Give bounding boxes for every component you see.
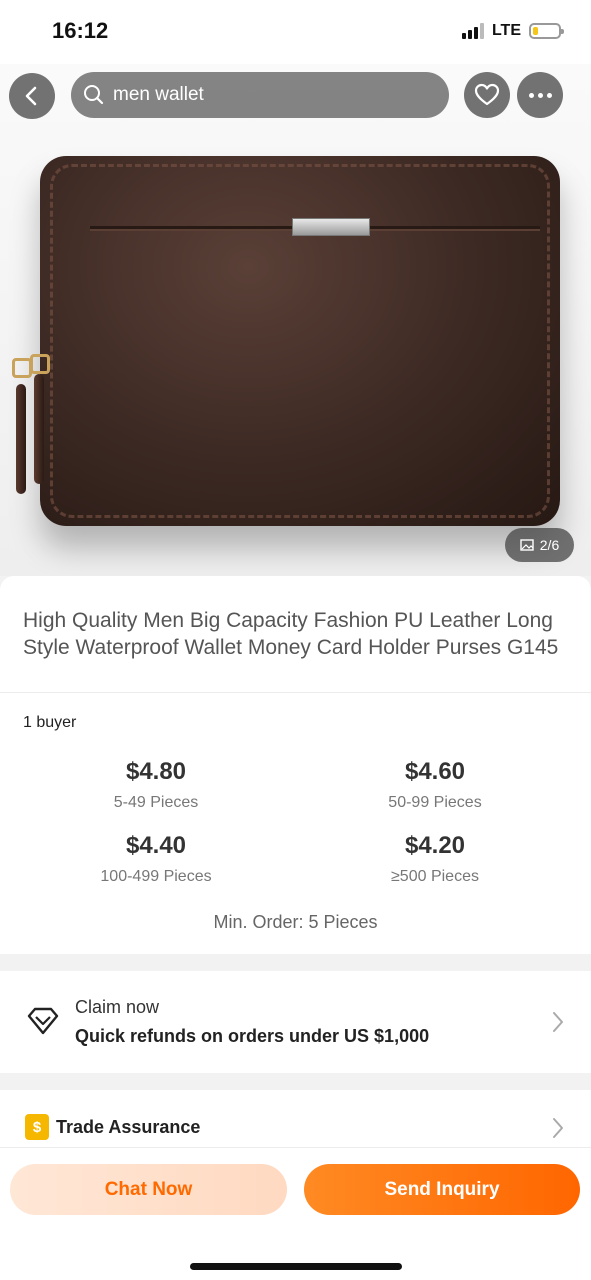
divider — [0, 692, 591, 693]
chevron-right-icon — [553, 1012, 563, 1032]
refund-claim-row[interactable]: Claim now Quick refunds on orders under … — [0, 971, 591, 1073]
price-tier: $4.20 ≥500 Pieces — [315, 832, 555, 886]
tier-price: $4.80 — [125, 758, 187, 785]
more-dots-icon — [528, 92, 552, 98]
tier-price: $4.40 — [125, 832, 187, 859]
trade-assurance-row[interactable]: $ Trade Assurance — [0, 1090, 591, 1150]
tier-quantity: ≥500 Pieces — [391, 868, 479, 885]
search-query: men wallet — [113, 84, 204, 105]
buyer-count: 1 buyer — [23, 714, 77, 731]
tier-price: $4.20 — [404, 832, 466, 859]
status-indicators: LTE — [461, 22, 564, 40]
product-image[interactable] — [0, 64, 591, 576]
heart-icon — [474, 83, 500, 106]
send-inquiry-button[interactable]: Send Inquiry — [304, 1164, 580, 1215]
search-bar[interactable]: men wallet — [71, 72, 449, 118]
tier-quantity: 100-499 Pieces — [100, 868, 212, 885]
product-title: High Quality Men Big Capacity Fashion PU… — [23, 609, 559, 659]
tier-quantity: 5-49 Pieces — [113, 794, 199, 811]
image-icon — [520, 539, 534, 551]
battery-icon — [529, 23, 564, 39]
chevron-left-icon — [25, 86, 37, 106]
image-counter-text: 2/6 — [539, 537, 560, 553]
min-order: Min. Order: 5 Pieces — [213, 912, 378, 932]
status-time: 16:12 — [52, 18, 109, 43]
price-tier: $4.60 50-99 Pieces — [315, 758, 555, 812]
favorite-button[interactable] — [464, 72, 510, 118]
trade-assurance-icon: $ — [25, 1114, 49, 1140]
tier-price: $4.60 — [404, 758, 466, 785]
claim-title: Claim now — [75, 997, 160, 1017]
diamond-icon — [27, 1007, 59, 1035]
top-navigation: men wallet — [0, 70, 591, 120]
chat-now-button[interactable]: Chat Now — [10, 1164, 287, 1215]
image-counter: 2/6 — [505, 528, 574, 562]
chevron-right-icon — [553, 1118, 563, 1138]
bottom-action-bar: Chat Now Send Inquiry — [0, 1147, 591, 1280]
home-indicator[interactable] — [190, 1263, 402, 1270]
tier-quantity: 50-99 Pieces — [388, 794, 482, 811]
price-tier: $4.80 5-49 Pieces — [36, 758, 276, 812]
network-label: LTE — [491, 22, 521, 39]
status-bar: 16:12 LTE — [0, 0, 591, 64]
trade-assurance-label: Trade Assurance — [56, 1117, 201, 1137]
zipper-pulls — [12, 354, 50, 494]
signal-icon — [461, 23, 484, 39]
search-icon — [84, 85, 104, 105]
back-button[interactable] — [9, 73, 55, 119]
claim-subtitle: Quick refunds on orders under US $1,000 — [75, 1026, 430, 1046]
price-tier: $4.40 100-499 Pieces — [36, 832, 276, 886]
more-button[interactable] — [517, 72, 563, 118]
wallet-photo — [40, 156, 560, 526]
product-info-card: High Quality Men Big Capacity Fashion PU… — [0, 576, 591, 954]
